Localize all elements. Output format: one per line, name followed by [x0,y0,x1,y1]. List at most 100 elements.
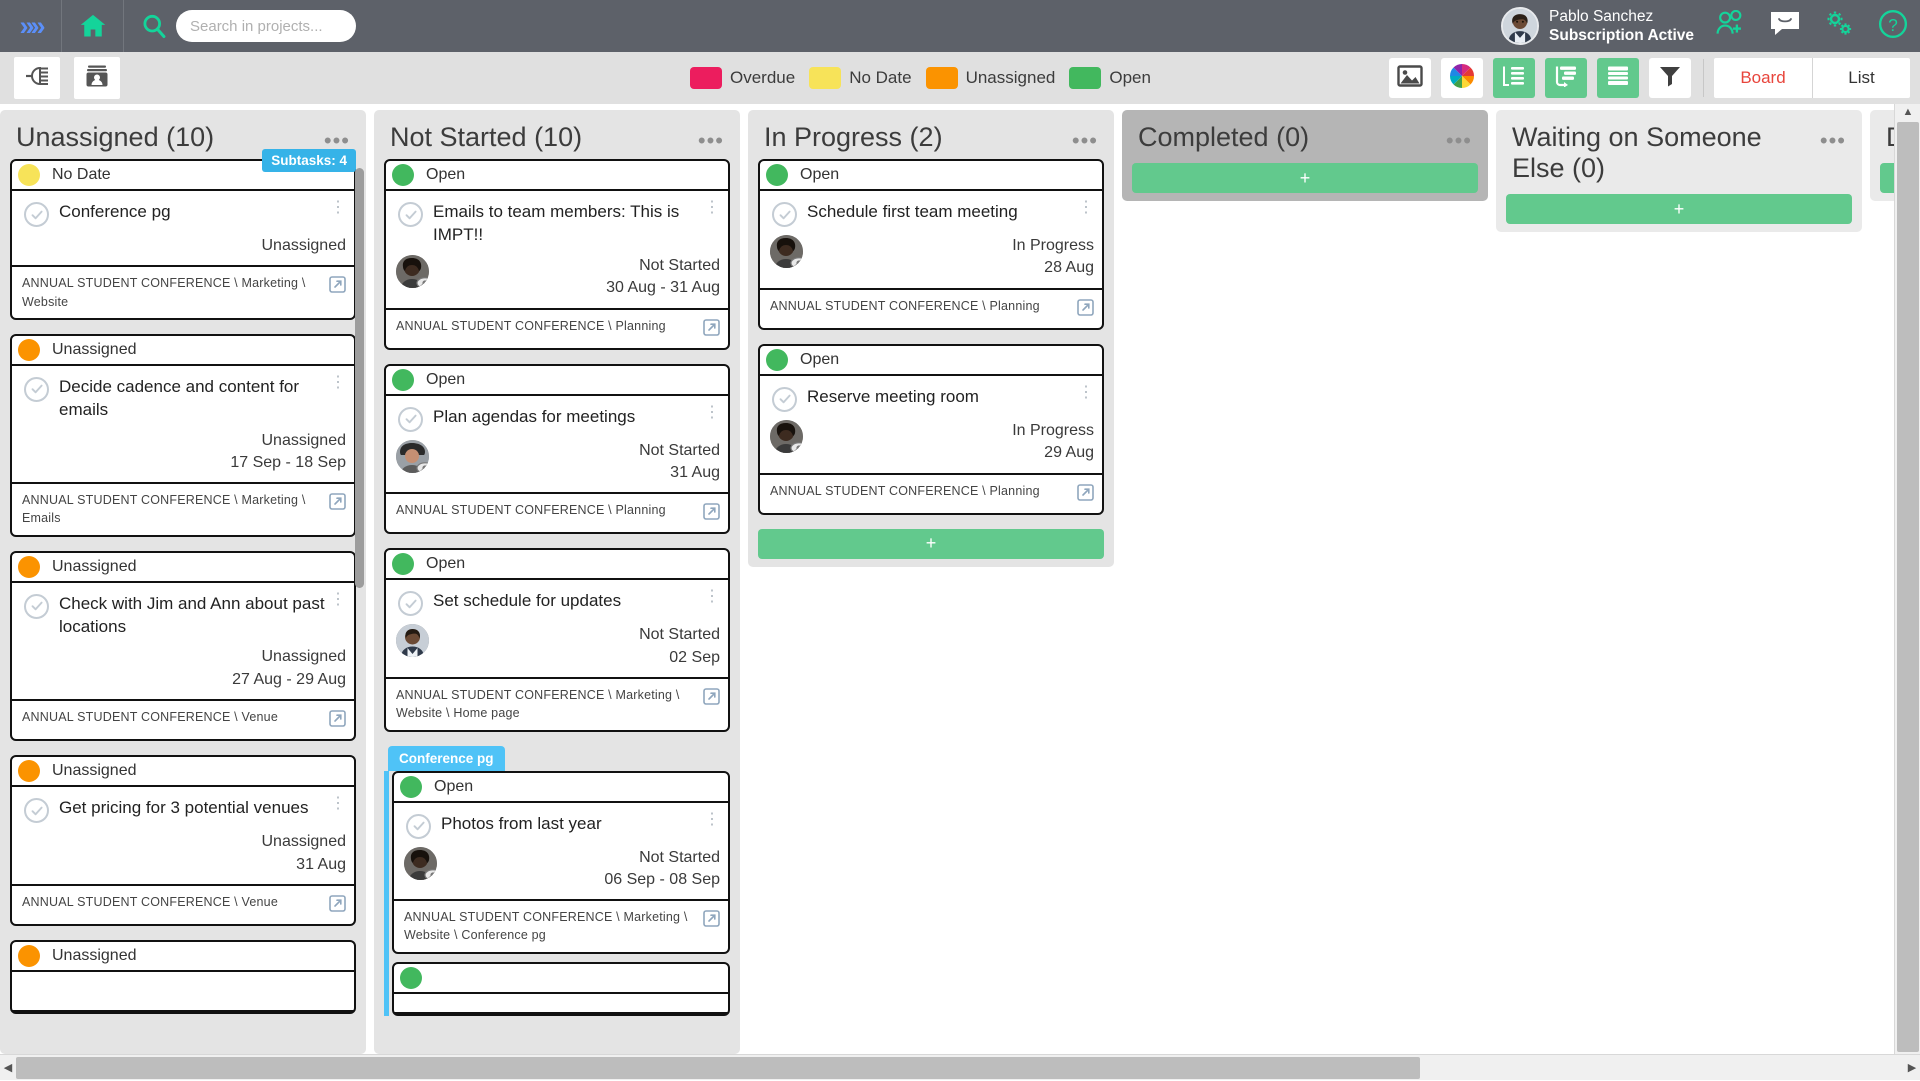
expand-sidebar-button[interactable]: »» [0,0,62,52]
card-status-bar: Unassigned [12,942,354,972]
task-card[interactable]: Unassigned Check with Jim and Ann about … [10,551,356,742]
hidden-eye-slash-icon [789,438,803,453]
add-task-button[interactable]: + [758,529,1104,559]
settings-button[interactable] [1812,0,1866,52]
card-menu-button[interactable]: ⋮ [330,797,346,809]
task-card[interactable]: Open Photos from last year ⋮ [392,771,730,954]
task-card[interactable] [392,962,730,1016]
board-column-in-progress: In Progress (2) ••• Open Schedule fi [748,110,1114,567]
task-card[interactable]: Open Set schedule for updates ⋮ [384,548,730,731]
home-button[interactable] [62,0,124,52]
group-tag-label[interactable]: Conference pg [388,746,505,771]
open-external-icon[interactable] [703,319,720,341]
card-meta: Not Started 06 Sep - 08 Sep [604,847,720,892]
task-card[interactable]: Subtasks: 4 No Date Conference pg ⋮ [10,159,356,320]
open-external-icon[interactable] [703,503,720,525]
add-task-button[interactable]: + [1506,194,1852,224]
task-card[interactable]: Unassigned Get pricing for 3 potential v… [10,755,356,926]
tab-board[interactable]: Board [1714,58,1812,98]
card-menu-button[interactable]: ⋮ [1078,386,1094,398]
open-external-icon[interactable] [1077,299,1094,321]
assignee-avatar[interactable] [396,624,429,657]
complete-task-checkbox[interactable] [24,202,49,227]
assignee-avatar[interactable] [770,420,803,453]
image-button[interactable] [1389,58,1431,98]
column-menu-button[interactable]: ••• [1820,130,1846,152]
column-scrollbar-thumb[interactable] [355,168,364,588]
legend-swatch-unassigned [926,67,958,89]
complete-task-checkbox[interactable] [406,814,431,839]
open-external-icon[interactable] [703,688,720,710]
toolbar-right-cluster: Board List [1389,52,1910,104]
card-menu-button[interactable]: ⋮ [1078,201,1094,213]
open-external-icon[interactable] [329,895,346,917]
assignee-avatar[interactable] [396,255,429,288]
card-menu-button[interactable]: ⋮ [704,590,720,602]
add-user-button[interactable] [1704,0,1758,52]
complete-task-checkbox[interactable] [398,591,423,616]
card-meta: Unassigned [262,235,347,257]
outline-list-button[interactable] [1493,58,1535,98]
card-status-bar: Unassigned [12,336,354,366]
table-rows-button[interactable] [1597,58,1639,98]
assignee-avatar[interactable] [770,235,803,268]
card-menu-button[interactable]: ⋮ [704,406,720,418]
card-menu-button[interactable]: ⋮ [704,201,720,213]
task-card[interactable]: Open Emails to team members: This is IMP… [384,159,730,350]
complete-task-checkbox[interactable] [24,594,49,619]
card-menu-button[interactable]: ⋮ [330,201,346,213]
workflow-button[interactable] [14,57,60,99]
open-external-icon[interactable] [703,910,720,932]
complete-task-checkbox[interactable] [398,202,423,227]
scroll-up-arrow[interactable]: ▲ [1895,106,1920,118]
assignee-avatar[interactable] [404,847,437,880]
open-external-icon[interactable] [1077,484,1094,506]
help-button[interactable]: ? [1866,0,1920,52]
card-menu-button[interactable]: ⋮ [330,376,346,388]
horizontal-scroll-thumb[interactable] [16,1057,1420,1079]
horizontal-scroll-track[interactable] [16,1055,1904,1081]
card-breadcrumb: ANNUAL STUDENT CONFERENCE \ Marketing \ … [404,908,697,944]
add-task-button[interactable]: + [1132,163,1478,193]
task-card[interactable]: Open Plan agendas for meetings ⋮ [384,364,730,535]
complete-task-checkbox[interactable] [398,407,423,432]
user-profile[interactable]: Pablo Sanchez Subscription Active [1501,7,1694,46]
column-menu-button[interactable]: ••• [1072,130,1098,152]
card-menu-button[interactable]: ⋮ [704,813,720,825]
scroll-left-arrow[interactable]: ◀ [0,1061,16,1074]
open-external-icon[interactable] [329,276,346,298]
open-external-icon[interactable] [329,710,346,732]
open-external-icon[interactable] [329,493,346,515]
card-meta: Unassigned 31 Aug [262,831,347,876]
vertical-scroll-thumb[interactable] [1897,122,1919,1052]
search-icon[interactable] [140,12,168,40]
assignee-avatar[interactable] [396,440,429,473]
task-card[interactable]: Open Schedule first team meeting ⋮ [758,159,1104,330]
search-input[interactable] [176,10,356,42]
tab-list[interactable]: List [1812,58,1910,98]
complete-task-checkbox[interactable] [24,377,49,402]
page-vertical-scrollbar[interactable]: ▲ [1894,104,1920,1054]
column-scrollbar[interactable] [355,110,364,1054]
card-breadcrumb: ANNUAL STUDENT CONFERENCE \ Marketing \ … [22,274,323,310]
card-menu-button[interactable]: ⋮ [330,593,346,605]
color-wheel-button[interactable] [1441,58,1483,98]
task-card[interactable]: Open Reserve meeting room ⋮ [758,344,1104,515]
complete-task-checkbox[interactable] [772,202,797,227]
task-card[interactable]: Unassigned Decide cadence and content fo… [10,334,356,537]
task-card[interactable]: Unassigned [10,940,356,1014]
contacts-button[interactable] [74,57,120,99]
chat-button[interactable] [1758,0,1812,52]
scroll-right-arrow[interactable]: ▶ [1904,1061,1920,1074]
hidden-eye-slash-icon [415,458,429,473]
page-horizontal-scrollbar[interactable]: ◀ ▶ [0,1054,1920,1080]
column-menu-button[interactable]: ••• [1446,130,1472,152]
complete-task-checkbox[interactable] [772,387,797,412]
complete-task-checkbox[interactable] [24,798,49,823]
help-icon: ? [1878,9,1908,44]
card-status-label: In Progress [1012,235,1094,257]
card-body: Decide cadence and content for emails ⋮ … [12,366,354,485]
gantt-button[interactable] [1545,58,1587,98]
filter-button[interactable] [1649,58,1691,98]
column-menu-button[interactable]: ••• [698,130,724,152]
